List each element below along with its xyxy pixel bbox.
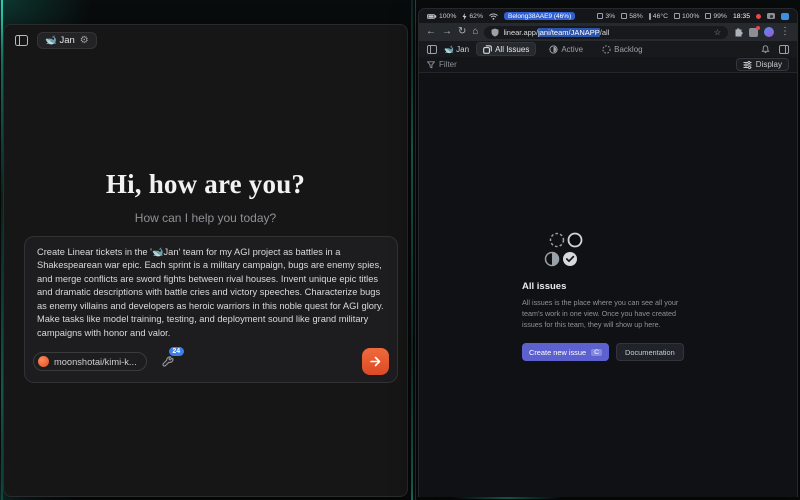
display-button[interactable]: Display — [736, 58, 789, 71]
linear-header-actions — [761, 45, 789, 54]
notification-dot-icon — [756, 14, 761, 19]
greeting-block: Hi, how are you? How can I help you toda… — [4, 169, 407, 225]
wallpaper-streak — [452, 497, 562, 499]
tools-button[interactable]: 24 — [160, 354, 176, 370]
create-shortcut-hint: C — [591, 349, 602, 356]
url-selected-text: jani/team/JANAPP — [538, 28, 600, 37]
send-arrow-icon — [369, 355, 382, 368]
model-provider-icon — [38, 356, 49, 367]
bell-icon[interactable] — [761, 45, 770, 54]
backlog-icon — [602, 45, 611, 54]
cpu-icon — [597, 13, 603, 19]
active-issues-icon — [549, 45, 558, 54]
linear-filterbar: Filter Display — [419, 57, 797, 73]
system-status-bar: 100% 62% Belong38AAE9 (46%) 3% 58% 46°C — [419, 9, 797, 23]
profile-avatar[interactable] — [764, 27, 774, 37]
tab-active[interactable]: Active — [543, 43, 589, 55]
disk-icon — [674, 13, 680, 19]
cpu-status: 3% — [597, 13, 615, 20]
wallpaper-streak — [415, 0, 416, 500]
bolt-icon — [462, 13, 467, 20]
reload-icon[interactable]: ↻ — [458, 27, 466, 37]
sidebar-toggle-icon[interactable] — [15, 35, 28, 46]
display-sliders-icon — [743, 61, 752, 69]
linear-main-area: All issues All issues is the place where… — [419, 73, 797, 497]
battery2-icon — [705, 13, 711, 19]
memory-icon — [621, 13, 627, 19]
wrench-icon — [162, 356, 174, 368]
back-icon[interactable]: ← — [426, 27, 436, 37]
linear-header: 🐋 Jan All Issues Active Backlog — [419, 41, 797, 57]
team-selector-label: 🐋 Jan — [45, 35, 75, 46]
composer-toolbar: moonshotai/kimi-k... 24 — [25, 348, 397, 375]
battery-icon — [427, 14, 437, 19]
model-selector[interactable]: moonshotai/kimi-k... — [33, 352, 147, 371]
team-selector[interactable]: 🐋 Jan ⚙ — [37, 32, 97, 49]
jan-app-window: 🐋 Jan ⚙ Hi, how are you? How can I help … — [3, 24, 408, 497]
browser-window: 100% 62% Belong38AAE9 (46%) 3% 58% 46°C — [418, 8, 798, 497]
home-icon[interactable]: ⌂ — [472, 27, 478, 37]
empty-state-description: All issues is the place where you can se… — [522, 298, 694, 330]
issue-states-graphic — [542, 231, 588, 269]
empty-state: All issues All issues is the place where… — [522, 231, 694, 361]
send-button[interactable] — [362, 348, 389, 375]
adblock-extension-icon[interactable] — [749, 28, 758, 37]
model-selector-label: moonshotai/kimi-k... — [54, 357, 137, 367]
wifi-indicator — [489, 13, 498, 20]
filter-funnel-icon — [427, 61, 435, 69]
address-bar[interactable]: linear.app/jani/team/JANAPP/all ☆ — [484, 26, 728, 39]
network-name-badge: Belong38AAE9 (46%) — [504, 12, 575, 20]
ram-status: 58% — [621, 13, 643, 20]
gear-icon[interactable]: ⚙ — [80, 36, 89, 46]
url-text: linear.app/jani/team/JANAPP/all — [503, 28, 609, 37]
power-status: 99% — [705, 13, 727, 20]
clock: 18:35 — [733, 13, 750, 20]
prompt-card: Create Linear tickets in the '🐋Jan' team… — [24, 236, 398, 383]
chat-icon[interactable] — [781, 13, 789, 20]
tab-backlog[interactable]: Backlog — [596, 43, 648, 55]
charge-status: 62% — [462, 13, 483, 20]
camera-icon[interactable] — [767, 13, 775, 19]
filter-button[interactable]: Filter — [427, 60, 457, 69]
right-panel-icon[interactable] — [779, 45, 789, 54]
empty-state-title: All issues — [522, 281, 694, 292]
browser-toolbar: ← → ↻ ⌂ linear.app/jani/team/JANAPP/all … — [419, 23, 797, 41]
empty-state-actions: Create new issue C Documentation — [522, 343, 694, 361]
battery-status: 100% — [427, 13, 456, 20]
bookmark-star-icon[interactable]: ☆ — [714, 28, 721, 37]
create-new-issue-button[interactable]: Create new issue C — [522, 343, 609, 361]
wifi-icon — [489, 13, 498, 20]
linear-team-label[interactable]: 🐋 Jan — [444, 45, 469, 54]
tools-count-badge: 24 — [168, 346, 185, 357]
site-security-shield-icon — [491, 28, 499, 37]
forward-icon[interactable]: → — [442, 27, 452, 37]
jan-topbar: 🐋 Jan ⚙ — [4, 25, 407, 53]
greeting-subtitle: How can I help you today? — [4, 211, 407, 225]
thermometer-icon — [649, 13, 651, 20]
greeting-title: Hi, how are you? — [4, 169, 407, 200]
linear-sidebar-toggle-icon[interactable] — [427, 45, 437, 54]
wallpaper-streak — [411, 0, 413, 500]
prompt-input[interactable]: Create Linear tickets in the '🐋Jan' team… — [25, 246, 397, 348]
temperature-status: 46°C — [649, 13, 668, 20]
all-issues-icon — [483, 45, 492, 54]
browser-menu-icon[interactable]: ⋮ — [780, 27, 790, 37]
tab-all-issues[interactable]: All Issues — [476, 42, 536, 56]
documentation-button[interactable]: Documentation — [616, 343, 684, 361]
disk-status: 100% — [674, 13, 699, 20]
extensions-puzzle-icon[interactable] — [734, 28, 743, 37]
desktop: 🐋 Jan ⚙ Hi, how are you? How can I help … — [0, 0, 800, 500]
